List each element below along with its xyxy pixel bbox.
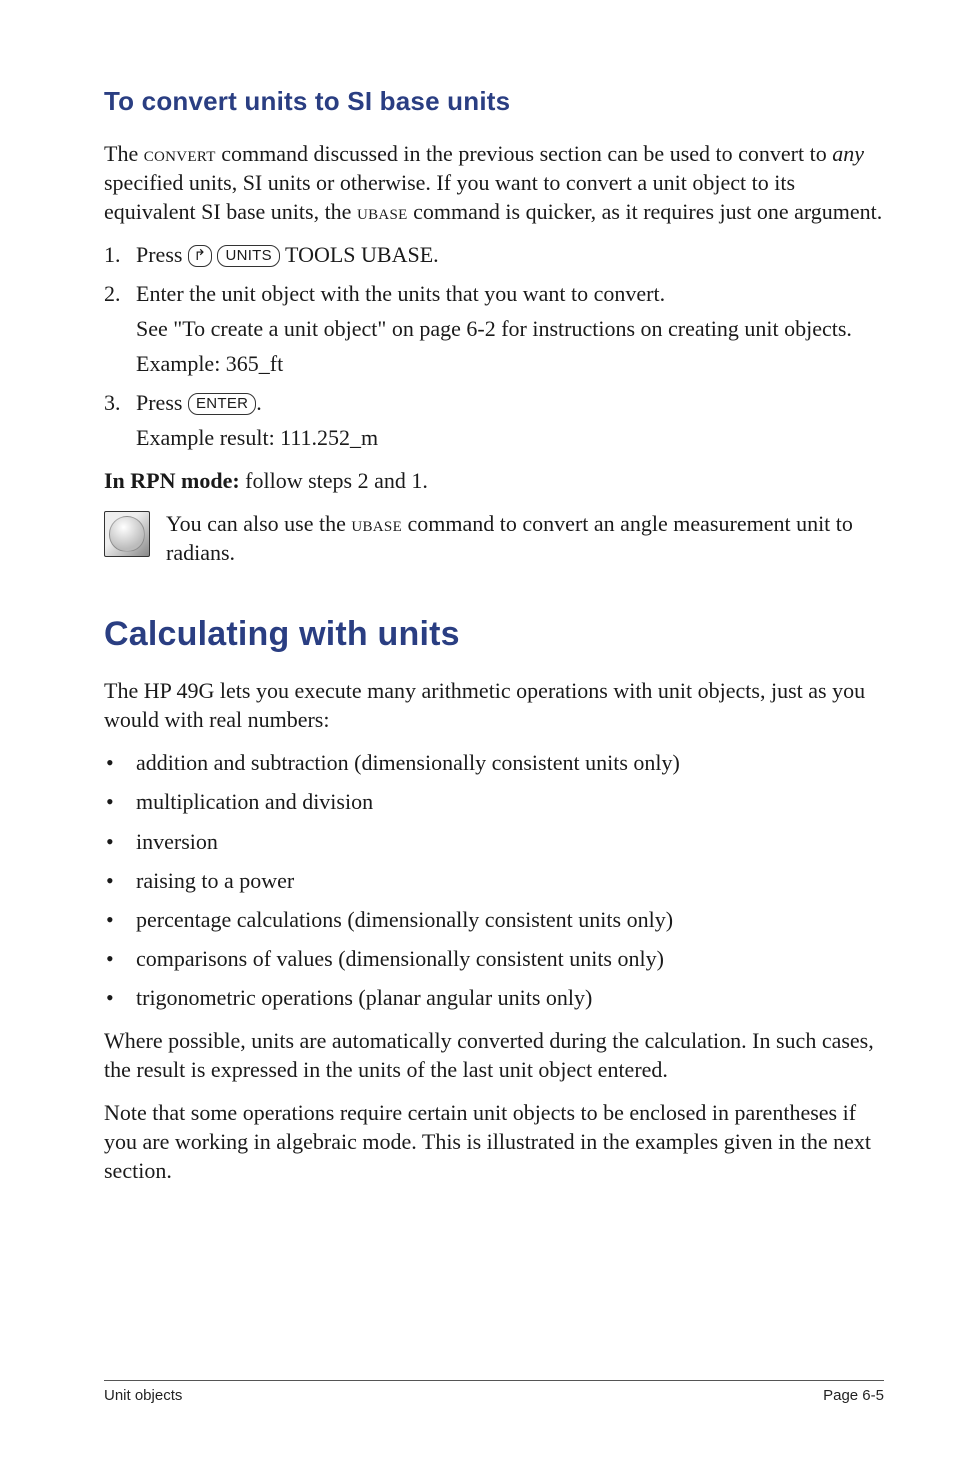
step2-see: See "To create a unit object" on page 6-… bbox=[136, 314, 884, 343]
intro-paragraph-1: The convert command discussed in the pre… bbox=[104, 139, 884, 226]
list-item: multiplication and division bbox=[104, 787, 884, 816]
page-footer: Unit objects Page 6-5 bbox=[104, 1380, 884, 1404]
list-item: trigonometric operations (planar angular… bbox=[104, 983, 884, 1012]
convert-command-name: convert bbox=[144, 141, 216, 166]
emphasis-any: any bbox=[832, 141, 864, 166]
lightbulb-icon bbox=[104, 511, 150, 557]
text: command is quicker, as it requires just … bbox=[408, 199, 883, 224]
enter-key-icon: ENTER bbox=[188, 393, 256, 415]
text: command discussed in the previous sectio… bbox=[216, 141, 832, 166]
units-key-icon: UNITS bbox=[217, 245, 280, 267]
step-1: Press ↱ UNITS TOOLS UBASE. bbox=[104, 240, 884, 269]
step2-example: Example: 365_ft bbox=[136, 349, 884, 378]
rpn-mode-note: In RPN mode: follow steps 2 and 1. bbox=[104, 466, 884, 495]
text: TOOLS UBASE. bbox=[280, 242, 439, 267]
text: . bbox=[256, 390, 262, 415]
heading-calculating: Calculating with units bbox=[104, 615, 884, 654]
rpn-label: In RPN mode: bbox=[104, 468, 240, 493]
text: Press bbox=[136, 242, 188, 267]
step-2: Enter the unit object with the units tha… bbox=[104, 279, 884, 378]
footer-chapter: Unit objects bbox=[104, 1387, 182, 1404]
ubase-command-name: ubase bbox=[351, 511, 402, 536]
text: Press bbox=[136, 390, 188, 415]
list-item: raising to a power bbox=[104, 866, 884, 895]
steps-list: Press ↱ UNITS TOOLS UBASE. Enter the uni… bbox=[104, 240, 884, 452]
calc-para2: Where possible, units are automatically … bbox=[104, 1026, 884, 1084]
step2-main: Enter the unit object with the units tha… bbox=[136, 281, 665, 306]
text: You can also use the bbox=[166, 511, 351, 536]
rpn-text: follow steps 2 and 1. bbox=[240, 468, 428, 493]
list-item: percentage calculations (dimensionally c… bbox=[104, 905, 884, 934]
calc-intro: The HP 49G lets you execute many arithme… bbox=[104, 676, 884, 734]
footer-page: Page 6-5 bbox=[823, 1387, 884, 1404]
ubase-command-name: ubase bbox=[357, 199, 408, 224]
step-3: Press ENTER. Example result: 111.252_m bbox=[104, 388, 884, 452]
step3-result: Example result: 111.252_m bbox=[136, 423, 884, 452]
operations-list: addition and subtraction (dimensionally … bbox=[104, 748, 884, 1011]
list-item: comparisons of values (dimensionally con… bbox=[104, 944, 884, 973]
calc-para3: Note that some operations require certai… bbox=[104, 1098, 884, 1185]
shift-key-icon: ↱ bbox=[188, 245, 212, 267]
text: The bbox=[104, 141, 144, 166]
tip-block: You can also use the ubase command to co… bbox=[104, 509, 884, 567]
page-content: To convert units to SI base units The co… bbox=[0, 0, 954, 1249]
list-item: inversion bbox=[104, 827, 884, 856]
heading-convert-si: To convert units to SI base units bbox=[104, 86, 884, 117]
list-item: addition and subtraction (dimensionally … bbox=[104, 748, 884, 777]
tip-text: You can also use the ubase command to co… bbox=[166, 509, 884, 567]
